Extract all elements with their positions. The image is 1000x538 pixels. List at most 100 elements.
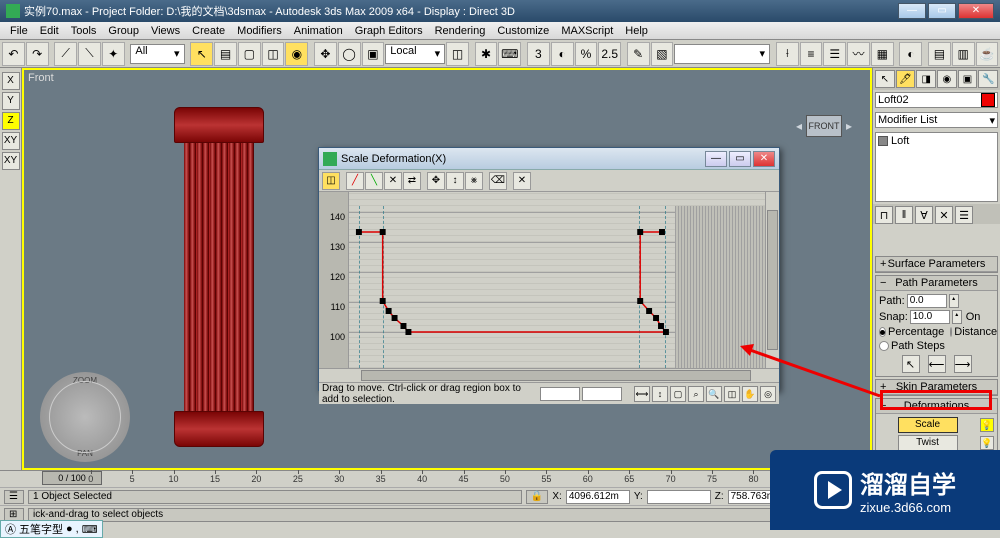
graph-plot-area[interactable] <box>349 192 765 368</box>
viewcube-face[interactable]: FRONT <box>806 115 842 137</box>
window-crossing-button[interactable]: ◫ <box>262 42 285 66</box>
unlink-button[interactable]: ⟍ <box>78 42 101 66</box>
configure-sets-button[interactable]: ☰ <box>955 206 973 224</box>
selection-filter-select[interactable]: All <box>130 44 184 64</box>
object-name-field[interactable]: Loft02 <box>875 92 998 108</box>
modifier-toggle-icon[interactable] <box>878 136 888 146</box>
pan-button[interactable]: ✋ <box>742 386 758 402</box>
deformation-curve[interactable] <box>349 206 765 368</box>
scale-button[interactable]: ▣ <box>362 42 385 66</box>
distance-radio[interactable] <box>950 327 952 337</box>
menu-animation[interactable]: Animation <box>288 25 349 37</box>
y-coord-input[interactable] <box>647 490 711 504</box>
zoom-v-ext-button[interactable]: ↕ <box>652 386 668 402</box>
undo-button[interactable]: ↶ <box>2 42 25 66</box>
axis-y-button[interactable]: Y <box>2 92 20 110</box>
zoom-region-button[interactable]: ⌕ <box>688 386 704 402</box>
dialog-close-button[interactable]: ✕ <box>753 151 775 167</box>
ime-punct-icon[interactable]: , <box>76 523 79 535</box>
render-setup-button[interactable]: ▤ <box>928 42 951 66</box>
viewcube-left-arrow[interactable]: ◂ <box>796 119 802 133</box>
minimize-button[interactable]: — <box>898 3 926 19</box>
ime-mode-icon[interactable]: ● <box>66 523 73 535</box>
zoom-ext-button[interactable]: ▢ <box>670 386 686 402</box>
menu-tools[interactable]: Tools <box>65 25 103 37</box>
align-button[interactable]: ≡ <box>800 42 823 66</box>
link-button[interactable]: ⟋ <box>54 42 77 66</box>
close-button[interactable]: ✕ <box>958 3 994 19</box>
snap-toggle-button[interactable]: 3 <box>527 42 550 66</box>
utilities-tab[interactable]: 🔧 <box>978 70 998 88</box>
surface-parameters-rollout[interactable]: +Surface Parameters <box>875 256 998 273</box>
named-sel-sets-button[interactable]: ▧ <box>651 42 674 66</box>
pick-shape-button[interactable]: ↖ <box>902 355 920 373</box>
x-coord-input[interactable]: 4096.612m <box>566 490 630 504</box>
snap-spinner[interactable]: ▴ <box>952 310 962 324</box>
reference-coord-select[interactable]: Local <box>385 44 445 64</box>
menu-file[interactable]: File <box>4 25 34 37</box>
ime-kbd-icon[interactable]: ⌨ <box>82 523 98 536</box>
rendered-frame-button[interactable]: ▥ <box>952 42 975 66</box>
transform-type-in-lock[interactable]: 🔒 <box>526 490 548 504</box>
rectangular-region-button[interactable]: ▢ <box>238 42 261 66</box>
axis-xy-button[interactable]: XY <box>2 132 20 150</box>
percentage-radio[interactable] <box>879 327 886 337</box>
zoom-h-ext-button[interactable]: ⟷ <box>634 386 650 402</box>
spinner-snap-button[interactable]: 2.5 <box>598 42 621 66</box>
modifier-stack-item[interactable]: Loft <box>878 135 995 147</box>
display-tab[interactable]: ▣ <box>958 70 978 88</box>
scale-deformation-button[interactable]: Scale <box>898 417 958 433</box>
reset-curve-button[interactable]: ✕ <box>513 172 531 190</box>
zoom-button[interactable]: 🔍 <box>706 386 722 402</box>
create-tab[interactable]: ↖ <box>875 70 895 88</box>
maximize-button[interactable]: ▭ <box>928 3 956 19</box>
modify-tab[interactable]: 🖊 <box>896 70 916 88</box>
display-y-button[interactable]: ╲ <box>365 172 383 190</box>
menu-group[interactable]: Group <box>102 25 145 37</box>
prev-shape-button[interactable]: ⟵ <box>928 355 946 373</box>
twist-light-icon[interactable]: 💡 <box>980 436 994 450</box>
modifier-list-dropdown[interactable]: Modifier List ▾ <box>875 112 998 128</box>
curve-editor-button[interactable]: 〰 <box>847 42 870 66</box>
twist-deformation-button[interactable]: Twist <box>898 435 958 451</box>
menu-views[interactable]: Views <box>145 25 186 37</box>
menu-edit[interactable]: Edit <box>34 25 65 37</box>
skin-parameters-rollout[interactable]: +Skin Parameters <box>875 379 998 396</box>
schematic-button[interactable]: ▦ <box>871 42 894 66</box>
surface-parameters-header[interactable]: +Surface Parameters <box>876 257 997 272</box>
dialog-x-input[interactable] <box>540 387 580 401</box>
dialog-y-input[interactable] <box>582 387 622 401</box>
mirror-button[interactable]: ⟊ <box>776 42 799 66</box>
path-steps-radio[interactable] <box>879 341 889 351</box>
move-button[interactable]: ✥ <box>314 42 337 66</box>
insert-corner-button[interactable]: ⨳ <box>465 172 483 190</box>
scale-point-button[interactable]: ↕ <box>446 172 464 190</box>
menu-modifiers[interactable]: Modifiers <box>231 25 288 37</box>
display-xy-button[interactable]: ✕ <box>384 172 402 190</box>
skin-parameters-header[interactable]: +Skin Parameters <box>876 380 997 395</box>
axis-z-button[interactable]: Z <box>2 112 20 130</box>
axis-xy-button[interactable]: XY <box>2 152 20 170</box>
display-x-button[interactable]: ╱ <box>346 172 364 190</box>
dialog-minimize-button[interactable]: — <box>705 151 727 167</box>
manipulate-button[interactable]: ✱ <box>475 42 498 66</box>
keyboard-shortcut-button[interactable]: ⌨ <box>498 42 521 66</box>
deformation-graph[interactable]: 020406080100 100110120130140 <box>319 192 779 368</box>
remove-modifier-button[interactable]: ✕ <box>935 206 953 224</box>
viewcube-front[interactable]: ◂ FRONT ▸ <box>796 115 852 137</box>
object-color-swatch[interactable] <box>981 93 995 107</box>
select-by-name-button[interactable]: ▤ <box>214 42 237 66</box>
make-unique-button[interactable]: ∀ <box>915 206 933 224</box>
ime-toolbar[interactable]: Ⓐ 五笔字型 ● , ⌨ <box>0 520 103 538</box>
next-shape-button[interactable]: ⟶ <box>954 355 972 373</box>
named-sel-edit-button[interactable]: ✎ <box>627 42 650 66</box>
named-selection-input[interactable] <box>674 44 770 64</box>
move-point-button[interactable]: ✥ <box>427 172 445 190</box>
angle-snap-button[interactable]: ◐ <box>551 42 574 66</box>
reset-zoom-button[interactable]: ◎ <box>760 386 776 402</box>
dialog-titlebar[interactable]: Scale Deformation(X) — ▭ ✕ <box>319 148 779 170</box>
layers-button[interactable]: ☰ <box>823 42 846 66</box>
snap-value-input[interactable]: 10.0 <box>910 310 950 324</box>
hierarchy-tab[interactable]: ◨ <box>916 70 936 88</box>
menu-graph-editors[interactable]: Graph Editors <box>349 25 429 37</box>
